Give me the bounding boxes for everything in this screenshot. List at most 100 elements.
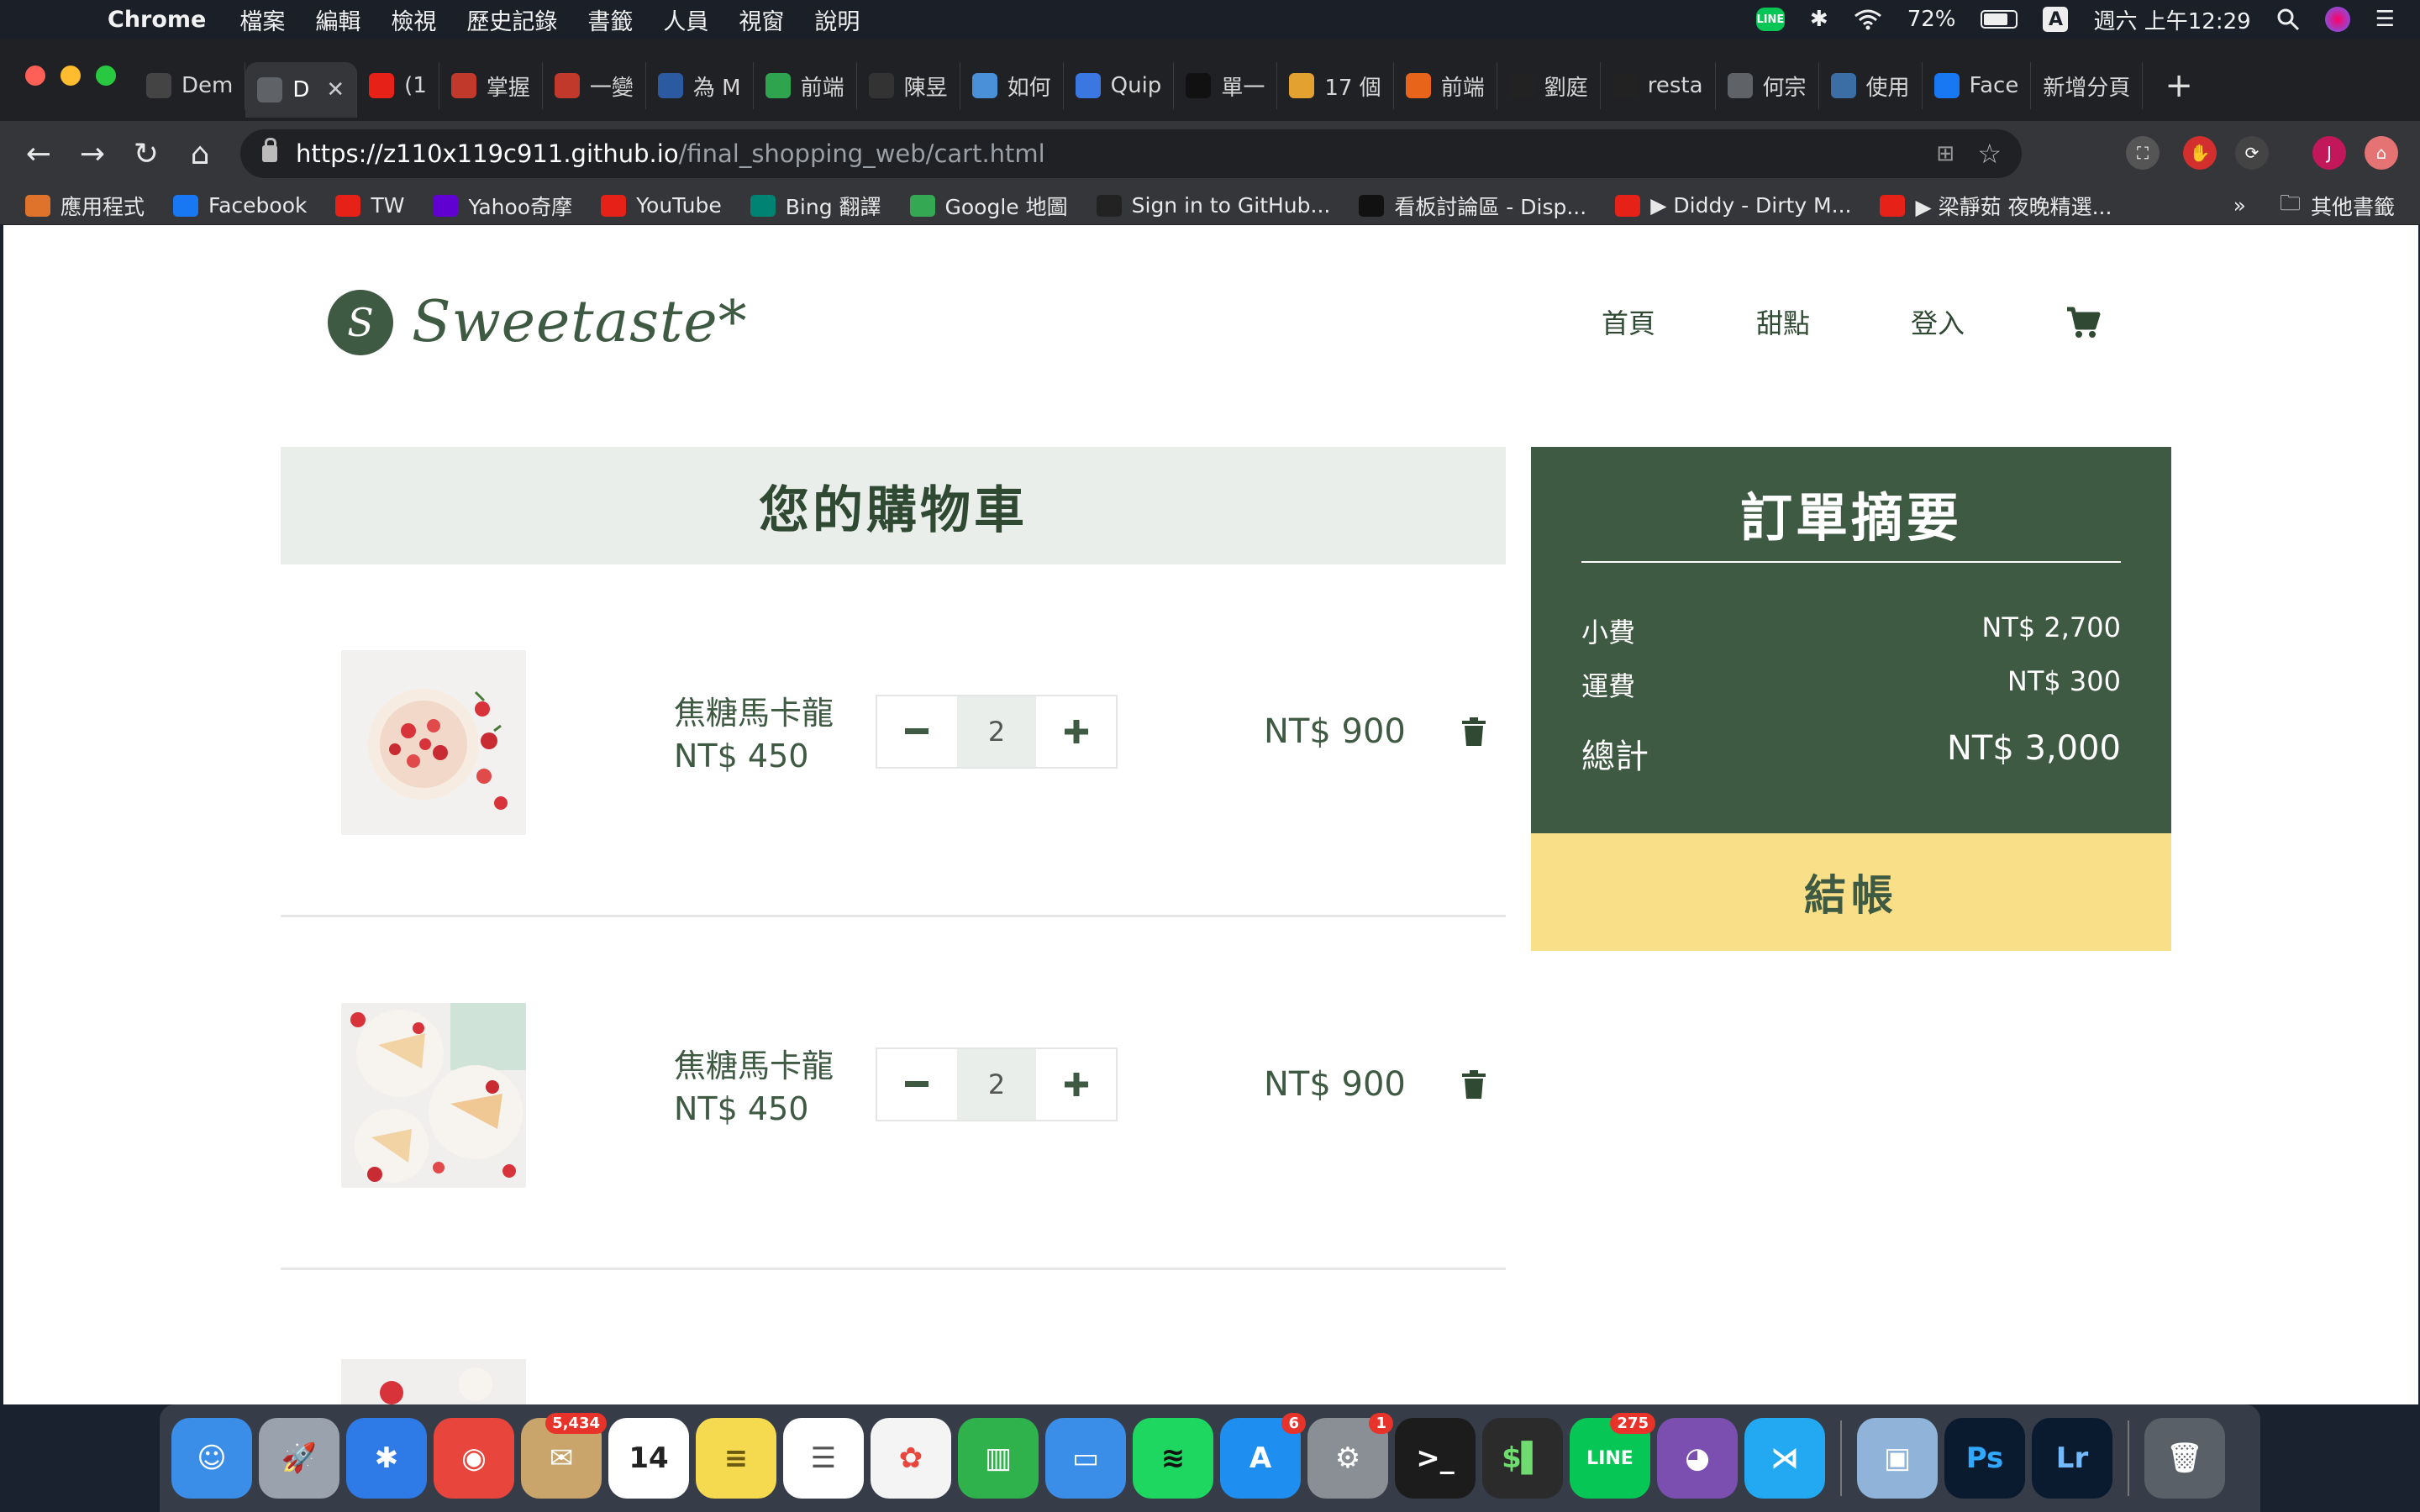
line-status-icon[interactable]: LINE: [1755, 8, 1785, 31]
browser-tab[interactable]: 為 M: [646, 62, 754, 109]
bookmark-item[interactable]: Yahoo奇摩: [433, 191, 572, 221]
browser-tab[interactable]: 前端: [754, 62, 857, 109]
quantity-value[interactable]: 2: [956, 696, 1037, 767]
bookmark-item[interactable]: Google 地圖: [909, 191, 1068, 221]
bookmark-item[interactable]: Bing 翻譯: [750, 191, 881, 221]
browser-tab[interactable]: 如何: [960, 62, 1064, 109]
adblock-extension-icon[interactable]: ✋: [2183, 136, 2217, 170]
mail-dock-icon[interactable]: ✉ 5,434: [521, 1413, 607, 1499]
bookmark-item[interactable]: TW: [335, 193, 404, 218]
item-name[interactable]: 焦糖馬卡龍: [674, 1040, 834, 1086]
menu-help[interactable]: 說明: [799, 3, 875, 36]
item-name[interactable]: 焦糖馬卡龍: [674, 687, 834, 733]
bookmark-item[interactable]: ▶ 梁靜茹 夜晚精選...: [1880, 191, 2112, 221]
bluetooth-icon[interactable]: ✱: [1810, 7, 1828, 32]
trash-dock-icon[interactable]: 🗑: [2144, 1418, 2225, 1499]
bookmark-item[interactable]: 看板討論區 - Disp...: [1359, 191, 1586, 221]
bookmark-item[interactable]: Facebook: [173, 193, 307, 218]
bookmark-item[interactable]: Sign in to GitHub...: [1096, 193, 1330, 218]
bookmark-star-icon[interactable]: ☆: [1977, 138, 2002, 170]
new-tab-plus-icon[interactable]: +: [2143, 66, 2215, 105]
browser-tab[interactable]: (1: [357, 62, 439, 109]
safari-dock-icon[interactable]: ✱: [346, 1418, 427, 1499]
screenshot-extension-icon[interactable]: ⛶: [2126, 136, 2160, 170]
line-dock-icon[interactable]: LINE 275: [1570, 1413, 1655, 1499]
nav-home-link[interactable]: 首頁: [1602, 302, 1655, 341]
forward-arrow-icon[interactable]: →: [66, 137, 119, 171]
back-arrow-icon[interactable]: ←: [12, 137, 66, 171]
reminders-dock-icon[interactable]: ☰: [783, 1418, 864, 1499]
launchpad-dock-icon[interactable]: 🚀: [259, 1418, 339, 1499]
browser-tab[interactable]: 新增分頁: [2031, 62, 2144, 109]
home-icon[interactable]: ⌂: [173, 137, 227, 171]
browser-tab[interactable]: Dem: [134, 62, 246, 109]
bookmark-item[interactable]: ▶ Diddy - Dirty M...: [1615, 193, 1851, 218]
github-desktop-dock-icon[interactable]: ◕: [1657, 1418, 1738, 1499]
system-preferences-dock-icon[interactable]: ⚙ 1: [1307, 1413, 1393, 1499]
siri-icon[interactable]: [2324, 7, 2350, 32]
vscode-dock-icon[interactable]: ⋊: [1744, 1418, 1825, 1499]
lock-icon[interactable]: [262, 138, 277, 162]
menu-window[interactable]: 視窗: [723, 3, 799, 36]
photos-dock-icon[interactable]: ✿: [871, 1418, 951, 1499]
translate-icon[interactable]: ⊞: [1936, 141, 1954, 166]
chrome-dock-icon[interactable]: ◉: [434, 1418, 514, 1499]
menu-history[interactable]: 歷史記錄: [451, 3, 572, 36]
menu-file[interactable]: 檔案: [224, 3, 300, 36]
browser-tab[interactable]: 單一: [1174, 62, 1278, 109]
browser-tab[interactable]: 劉庭: [1497, 62, 1601, 109]
decrease-quantity-button[interactable]: [877, 1049, 957, 1120]
shopping-cart-icon[interactable]: [2065, 306, 2101, 339]
lightroom-dock-icon[interactable]: Lr: [2032, 1418, 2112, 1499]
address-bar[interactable]: https://z110x119c911.github.io/final_sho…: [240, 129, 2022, 178]
battery-icon[interactable]: [1981, 10, 2018, 29]
browser-tab[interactable]: 一變: [543, 62, 646, 109]
menu-edit[interactable]: 編輯: [300, 3, 376, 36]
numbers-dock-icon[interactable]: ▥: [958, 1418, 1039, 1499]
browser-tab[interactable]: Quip: [1064, 62, 1175, 109]
extension-menu-icon[interactable]: ⌂: [2365, 136, 2398, 170]
profile-avatar[interactable]: J: [2312, 136, 2346, 170]
input-method-icon[interactable]: A: [2043, 7, 2069, 32]
more-bookmarks-chevron[interactable]: »: [2233, 193, 2246, 218]
iterm-dock-icon[interactable]: $▌: [1482, 1418, 1563, 1499]
terminal-dock-icon[interactable]: >_: [1395, 1418, 1476, 1499]
other-bookmarks-folder[interactable]: 🗀 其他書籤: [2280, 187, 2395, 223]
finder-dock-icon[interactable]: ☺: [171, 1418, 252, 1499]
browser-tab[interactable]: 使用: [1819, 62, 1923, 109]
menu-view[interactable]: 檢視: [376, 3, 451, 36]
spotlight-search-icon[interactable]: [2276, 8, 2300, 31]
menu-app-name[interactable]: Chrome: [92, 7, 224, 33]
menu-people[interactable]: 人員: [648, 3, 723, 36]
browser-tab[interactable]: 何宗: [1716, 62, 1819, 109]
app-store-dock-icon[interactable]: A6: [1220, 1413, 1306, 1499]
notification-center-icon[interactable]: ☰: [2375, 7, 2395, 32]
browser-tab[interactable]: D ✕: [245, 62, 358, 118]
wifi-icon[interactable]: [1854, 8, 1882, 30]
keynote-dock-icon[interactable]: ▭: [1045, 1418, 1126, 1499]
close-tab-icon[interactable]: ✕: [326, 77, 345, 102]
calendar-dock-icon[interactable]: 14: [608, 1418, 689, 1499]
browser-tab[interactable]: 前端: [1394, 62, 1497, 109]
browser-tab[interactable]: 17 個: [1277, 62, 1394, 109]
checkout-button[interactable]: 結帳: [1531, 833, 2171, 951]
sync-extension-icon[interactable]: ⟳: [2235, 136, 2269, 170]
browser-tab[interactable]: 陳昱: [857, 62, 960, 109]
photoshop-dock-icon[interactable]: Ps: [1944, 1418, 2025, 1499]
spotify-dock-icon[interactable]: ≋: [1133, 1418, 1213, 1499]
minimize-window-button[interactable]: [60, 66, 81, 86]
nav-login-link[interactable]: 登入: [1911, 302, 1965, 341]
quantity-value[interactable]: 2: [956, 1049, 1037, 1120]
browser-tab[interactable]: Face: [1923, 62, 2032, 109]
bookmark-item[interactable]: YouTube: [601, 193, 722, 218]
decrease-quantity-button[interactable]: [877, 696, 957, 767]
nav-desserts-link[interactable]: 甜點: [1756, 302, 1810, 341]
site-logo[interactable]: S Sweetaste*: [328, 289, 748, 355]
increase-quantity-button[interactable]: [1036, 696, 1117, 767]
reload-icon[interactable]: ↻: [119, 137, 173, 171]
menubar-clock[interactable]: 週六 上午12:29: [2093, 4, 2250, 35]
browser-tab[interactable]: resta: [1601, 62, 1716, 109]
notes-dock-icon[interactable]: ≡: [696, 1418, 776, 1499]
zoom-window-button[interactable]: [96, 66, 116, 86]
close-window-button[interactable]: [25, 66, 45, 86]
